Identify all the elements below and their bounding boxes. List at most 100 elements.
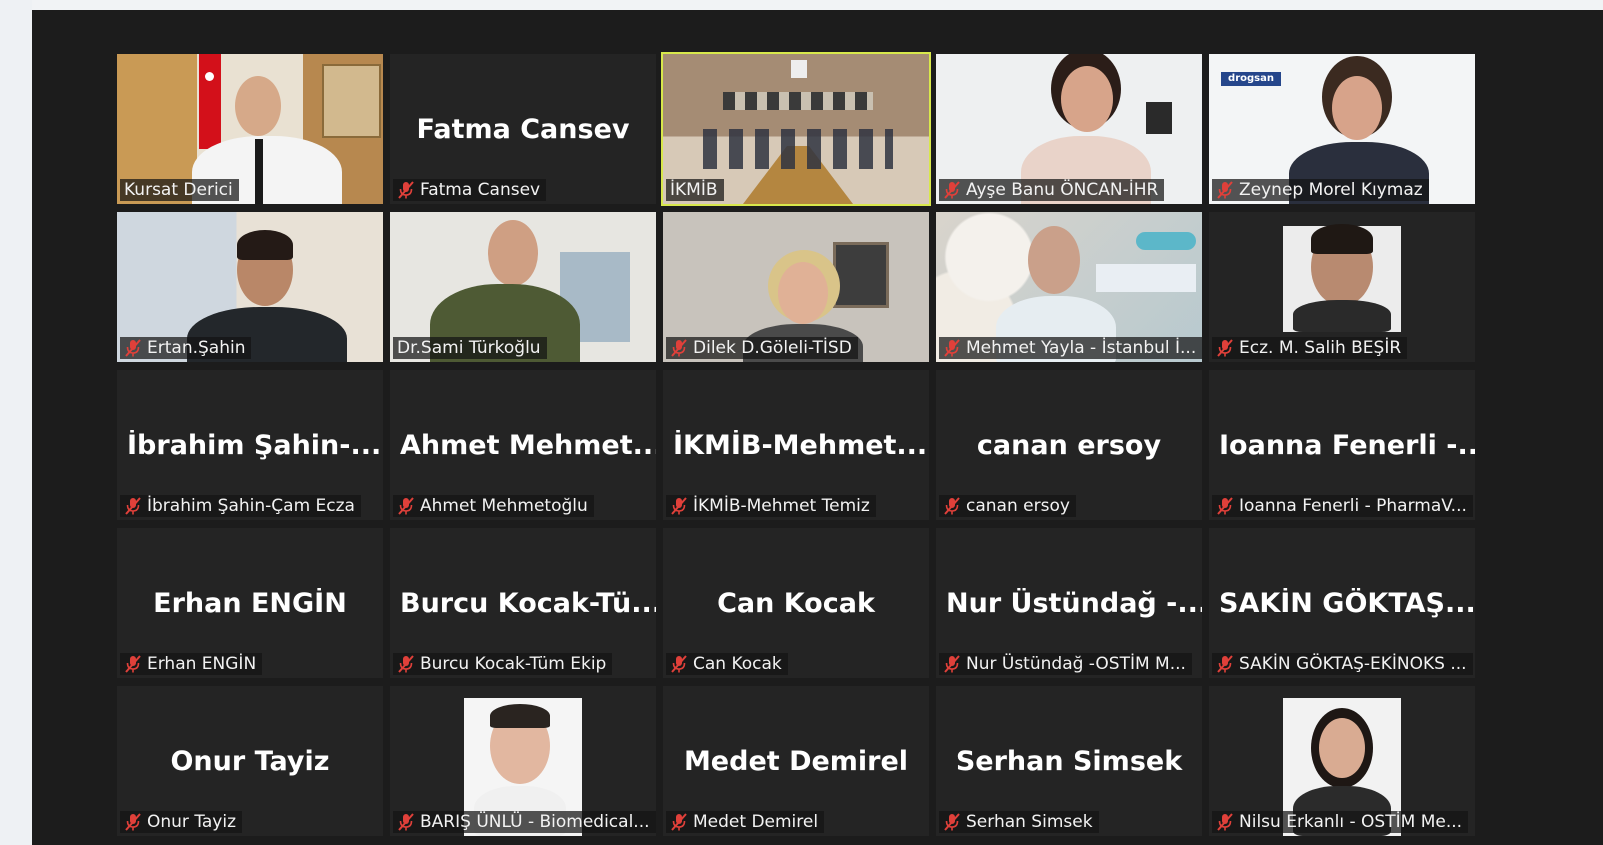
participant-name-text: Dilek D.Göleli-TİSD xyxy=(693,338,852,358)
participant-name-label: Ecz. M. Salih BEŞİR xyxy=(1212,337,1408,359)
participant-tile[interactable]: drogsan Zeynep Morel Kıymaz xyxy=(1209,54,1475,204)
participant-name-label: Dr.Sami Türkoğlu xyxy=(393,337,547,359)
participant-name-text: Nilsu Erkanlı - OSTİM Me... xyxy=(1239,812,1463,832)
microphone-muted-icon xyxy=(125,497,141,515)
microphone-muted-icon xyxy=(125,813,141,831)
participant-tile[interactable]: Ioanna Fenerli -... Ioanna Fenerli - Pha… xyxy=(1209,370,1475,520)
participant-name-text: Can Kocak xyxy=(693,654,782,674)
participant-display-name: Fatma Cansev xyxy=(416,114,630,145)
participant-display-name: Serhan Simsek xyxy=(955,746,1183,777)
participant-name-text: İKMİB-Mehmet Temiz xyxy=(693,496,870,516)
participant-name-text: Dr.Sami Türkoğlu xyxy=(397,338,541,358)
video-shape xyxy=(723,92,873,110)
participant-name-label: Serhan Simsek xyxy=(939,811,1099,833)
video-shape xyxy=(199,54,221,149)
microphone-muted-icon xyxy=(398,181,414,199)
participant-tile[interactable]: İKMİB xyxy=(661,52,931,206)
participant-name-text: Ecz. M. Salih BEŞİR xyxy=(1239,338,1402,358)
video-shape xyxy=(1136,232,1196,250)
participant-name-text: Ayşe Banu ÖNCAN-İHR xyxy=(966,180,1159,200)
participant-display-name: Ioanna Fenerli -... xyxy=(1219,430,1475,461)
video-shape xyxy=(1146,102,1172,134)
video-shape xyxy=(490,704,550,728)
participant-tile[interactable]: Nilsu Erkanlı - OSTİM Me... xyxy=(1209,686,1475,836)
participant-tile[interactable]: Mehmet Yayla - İstanbul İ... xyxy=(936,212,1202,362)
participant-name-label: Onur Tayiz xyxy=(120,811,243,833)
participant-name-label: Dilek D.Göleli-TİSD xyxy=(666,337,858,359)
video-shape xyxy=(255,139,263,204)
video-shape xyxy=(1332,76,1382,140)
participant-name-label: Zeynep Morel Kıymaz xyxy=(1212,179,1429,201)
participant-display-name: Erhan ENGİN xyxy=(153,588,347,619)
microphone-muted-icon xyxy=(944,655,960,673)
participant-tile[interactable]: Medet Demirel Medet Demirel xyxy=(663,686,929,836)
microphone-muted-icon xyxy=(671,497,687,515)
participant-tile[interactable]: Dr.Sami Türkoğlu xyxy=(390,212,656,362)
participant-display-name: Burcu Kocak-Tü... xyxy=(400,588,656,619)
participant-tile[interactable]: Ahmet Mehmet... Ahmet Mehmetoğlu xyxy=(390,370,656,520)
microphone-muted-icon xyxy=(398,497,414,515)
participant-display-name: Medet Demirel xyxy=(683,746,909,777)
microphone-muted-icon xyxy=(944,339,960,357)
participant-tile[interactable]: Serhan Simsek Serhan Simsek xyxy=(936,686,1202,836)
participant-name-text: Erhan ENGİN xyxy=(147,654,257,674)
participant-display-name: Ahmet Mehmet... xyxy=(400,430,656,461)
participant-name-text: canan ersoy xyxy=(966,496,1070,516)
participant-tile[interactable]: Can Kocak Can Kocak xyxy=(663,528,929,678)
participant-name-text: Serhan Simsek xyxy=(966,812,1093,832)
video-shape xyxy=(703,129,893,169)
participant-name-label: Erhan ENGİN xyxy=(120,653,263,675)
microphone-muted-icon xyxy=(944,813,960,831)
microphone-muted-icon xyxy=(671,813,687,831)
participant-name-text: SAKİN GÖKTAŞ-EKİNOKS ... xyxy=(1239,654,1467,674)
microphone-muted-icon xyxy=(671,339,687,357)
participant-name-label: Fatma Cansev xyxy=(393,179,547,201)
participant-tile[interactable]: Ayşe Banu ÖNCAN-İHR xyxy=(936,54,1202,204)
microphone-muted-icon xyxy=(1217,181,1233,199)
video-shape xyxy=(1061,66,1113,132)
participant-name-text: Zeynep Morel Kıymaz xyxy=(1239,180,1423,200)
participant-tile[interactable]: Ertan.Şahin xyxy=(117,212,383,362)
participant-tile[interactable]: Kursat Derici xyxy=(117,54,383,204)
participant-tile[interactable]: İKMİB-Mehmet... İKMİB-Mehmet Temiz xyxy=(663,370,929,520)
participant-tile[interactable]: Burcu Kocak-Tü... Burcu Kocak-Tüm Ekip xyxy=(390,528,656,678)
participant-tile[interactable]: canan ersoy canan ersoy xyxy=(936,370,1202,520)
video-shape xyxy=(1311,224,1373,254)
participant-tile[interactable]: Onur Tayiz Onur Tayiz xyxy=(117,686,383,836)
participant-name-label: Nilsu Erkanlı - OSTİM Me... xyxy=(1212,811,1469,833)
microphone-muted-icon xyxy=(944,497,960,515)
participant-tile[interactable]: Ecz. M. Salih BEŞİR xyxy=(1209,212,1475,362)
participant-name-text: Ioanna Fenerli - PharmaV... xyxy=(1239,496,1467,516)
participant-name-label: Medet Demirel xyxy=(666,811,825,833)
video-shape xyxy=(322,64,381,138)
participant-display-name: SAKİN GÖKTAŞ... xyxy=(1219,588,1475,619)
participant-tile[interactable]: İbrahim Şahin-... İbrahim Şahin-Çam Ecza xyxy=(117,370,383,520)
video-shape xyxy=(488,220,538,286)
microphone-muted-icon xyxy=(1217,497,1233,515)
participant-tile[interactable]: Dilek D.Göleli-TİSD xyxy=(663,212,929,362)
participant-name-text: BARIŞ ÜNLÜ - Biomedical... xyxy=(420,812,650,832)
participant-tile[interactable]: BARIŞ ÜNLÜ - Biomedical... xyxy=(390,686,656,836)
participant-tile[interactable]: Nur Üstündağ -... Nur Üstündağ -OSTİM M.… xyxy=(936,528,1202,678)
video-shape xyxy=(1293,300,1391,332)
participant-tile[interactable]: Fatma Cansev Fatma Cansev xyxy=(390,54,656,204)
participant-name-text: Nur Üstündağ -OSTİM M... xyxy=(966,654,1186,674)
participant-name-text: Ahmet Mehmetoğlu xyxy=(420,496,588,516)
participant-tile[interactable]: SAKİN GÖKTAŞ... SAKİN GÖKTAŞ-EKİNOKS ... xyxy=(1209,528,1475,678)
video-shape xyxy=(1096,264,1196,292)
meeting-gallery-view: Kursat Derici Fatma Cansev Fatma Cansev … xyxy=(32,10,1603,845)
participant-display-name: Onur Tayiz xyxy=(170,746,330,777)
participant-display-name: İbrahim Şahin-... xyxy=(127,430,382,461)
participant-display-name: İKMİB-Mehmet... xyxy=(673,430,928,461)
participant-name-label: Ahmet Mehmetoğlu xyxy=(393,495,594,517)
participant-name-label: Mehmet Yayla - İstanbul İ... xyxy=(939,337,1202,359)
video-shape xyxy=(778,262,828,324)
participant-display-name: Can Kocak xyxy=(717,588,875,619)
microphone-muted-icon xyxy=(125,339,141,357)
participant-tile[interactable]: Erhan ENGİN Erhan ENGİN xyxy=(117,528,383,678)
microphone-muted-icon xyxy=(1217,655,1233,673)
video-shape xyxy=(791,60,807,78)
microphone-muted-icon xyxy=(398,813,414,831)
video-shape xyxy=(1319,718,1365,778)
video-shape xyxy=(237,230,293,260)
